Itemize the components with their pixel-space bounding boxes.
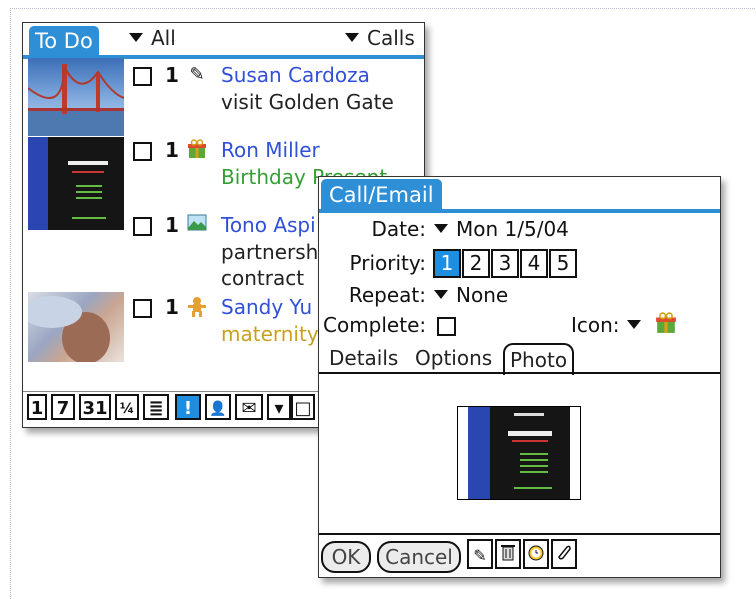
- priority-value: 1: [165, 213, 179, 237]
- business-card-photo[interactable]: [457, 406, 581, 500]
- dropdown-arrow-icon: [434, 290, 448, 299]
- contact-name-link[interactable]: Tono Aspi: [221, 211, 316, 239]
- month-view-button[interactable]: 31: [79, 394, 111, 420]
- repeat-label: Repeat:: [348, 283, 426, 307]
- contact-name-link[interactable]: Ron Miller: [221, 136, 320, 164]
- gift-icon: [655, 312, 677, 341]
- category-dropdown[interactable]: Calls: [345, 25, 415, 51]
- dialog-title: Call/Email: [321, 179, 442, 211]
- day-view-button[interactable]: 1: [27, 394, 47, 420]
- tab-rule: [319, 372, 720, 374]
- pen-icon[interactable]: ✎: [467, 539, 493, 569]
- email-view-button[interactable]: ✉: [235, 394, 263, 420]
- priority-value: 1: [165, 138, 179, 162]
- complete-checkbox[interactable]: [133, 217, 152, 236]
- icon-dropdown[interactable]: [627, 311, 677, 341]
- category-value: Calls: [367, 26, 415, 50]
- repeat-dropdown[interactable]: None: [434, 281, 508, 309]
- trash-icon[interactable]: [495, 539, 521, 569]
- gingerbread-icon: [187, 296, 207, 318]
- priority-label: Priority:: [349, 251, 426, 275]
- date-dropdown[interactable]: Mon 1/5/04: [434, 215, 569, 243]
- todo-note: visit Golden Gate: [221, 90, 394, 114]
- call-email-dialog: Call/Email Date: Mon 1/5/04 Priority: 1 …: [318, 176, 721, 578]
- ok-button[interactable]: OK: [321, 541, 371, 573]
- complete-checkbox[interactable]: [437, 317, 456, 336]
- title-rule: [319, 209, 720, 213]
- attach-icon[interactable]: [551, 539, 577, 569]
- priority-value: 1: [165, 295, 179, 319]
- contacts-view-button[interactable]: 👤: [205, 394, 231, 420]
- dropdown-arrow-icon: [345, 33, 359, 42]
- dropdown-arrow-icon: [627, 320, 641, 329]
- date-value: Mon 1/5/04: [456, 217, 569, 241]
- priority-3-button[interactable]: 3: [491, 249, 519, 278]
- photo-image: [468, 407, 570, 499]
- todo-view-button[interactable]: !: [175, 394, 201, 420]
- gift-icon: [187, 139, 207, 161]
- category-filter-value: All: [151, 26, 176, 50]
- priority-5-button[interactable]: 5: [549, 249, 577, 278]
- complete-checkbox[interactable]: [133, 142, 152, 161]
- todo-note: maternity: [221, 322, 319, 346]
- priority-2-button[interactable]: 2: [462, 249, 490, 278]
- photo-border-right: [570, 407, 580, 499]
- todo-row[interactable]: 1 ✎ Susan Cardoza visit Golden Gate: [131, 61, 421, 121]
- date-label: Date:: [371, 217, 426, 241]
- agenda-view-button[interactable]: ¼: [115, 394, 139, 420]
- tab-options[interactable]: Options: [415, 343, 492, 373]
- complete-checkbox[interactable]: [133, 67, 152, 86]
- memo-view-button[interactable]: □: [291, 394, 315, 420]
- business-card-thumbnail[interactable]: [28, 137, 124, 230]
- contact-name-link[interactable]: Susan Cardoza: [221, 61, 370, 89]
- photo-border-left: [458, 407, 468, 499]
- menu-dropdown-button[interactable]: ▾: [267, 394, 291, 420]
- category-filter-dropdown[interactable]: All: [129, 25, 176, 51]
- pen-icon: ✎: [189, 64, 205, 85]
- tab-details[interactable]: Details: [329, 343, 398, 373]
- week-view-button[interactable]: 7: [51, 394, 75, 420]
- priority-value: 1: [165, 63, 179, 87]
- dropdown-arrow-icon: [434, 224, 448, 233]
- icon-label: Icon:: [571, 313, 620, 337]
- complete-checkbox[interactable]: [133, 299, 152, 318]
- priority-1-button[interactable]: 1: [433, 249, 461, 278]
- complete-label: Complete:: [323, 313, 427, 337]
- todo-note-line2: contract: [221, 266, 305, 290]
- baby-photo-thumbnail[interactable]: [23, 292, 124, 364]
- todo-header: To Do All Calls: [23, 23, 424, 57]
- cancel-button[interactable]: Cancel: [377, 541, 461, 573]
- dropdown-arrow-icon: [129, 33, 143, 42]
- priority-4-button[interactable]: 4: [520, 249, 548, 278]
- golden-gate-photo-thumbnail[interactable]: [28, 58, 124, 136]
- contact-name-link[interactable]: Sandy Yu: [221, 293, 312, 321]
- landscape-icon: [187, 214, 207, 236]
- todo-title[interactable]: To Do: [29, 26, 99, 57]
- repeat-value: None: [456, 283, 509, 307]
- alarm-icon[interactable]: [523, 539, 549, 569]
- list-view-button[interactable]: ≣: [143, 394, 169, 420]
- tab-photo[interactable]: Photo: [503, 343, 575, 375]
- footer-rule: [319, 533, 720, 535]
- todo-note: partnersh: [221, 240, 319, 264]
